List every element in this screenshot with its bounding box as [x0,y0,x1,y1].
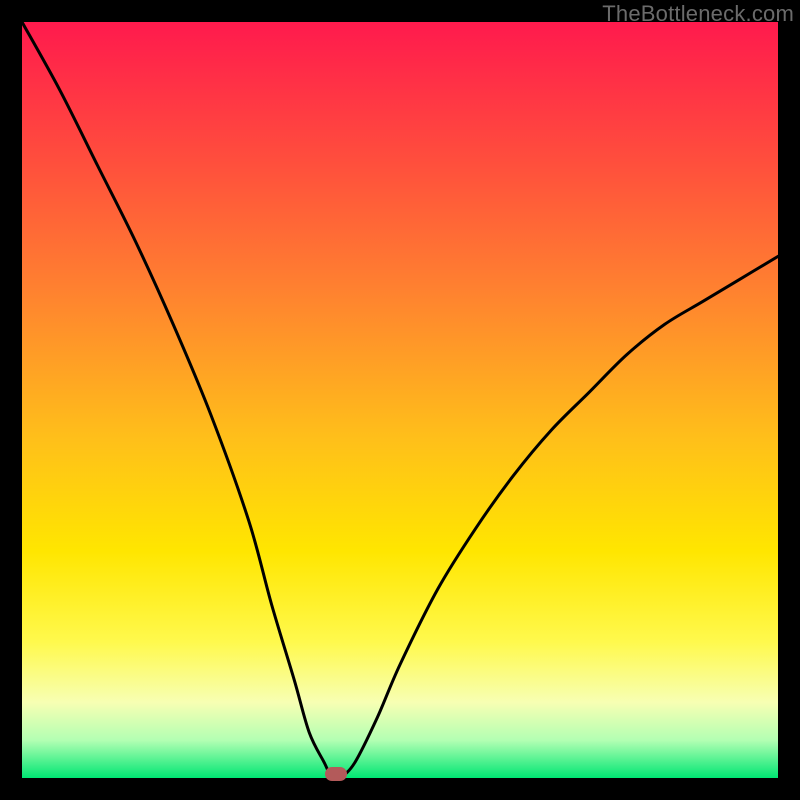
plot-frame [22,22,778,778]
watermark-text: TheBottleneck.com [602,1,794,27]
bottleneck-curve [22,22,778,778]
minimum-marker [325,767,347,781]
